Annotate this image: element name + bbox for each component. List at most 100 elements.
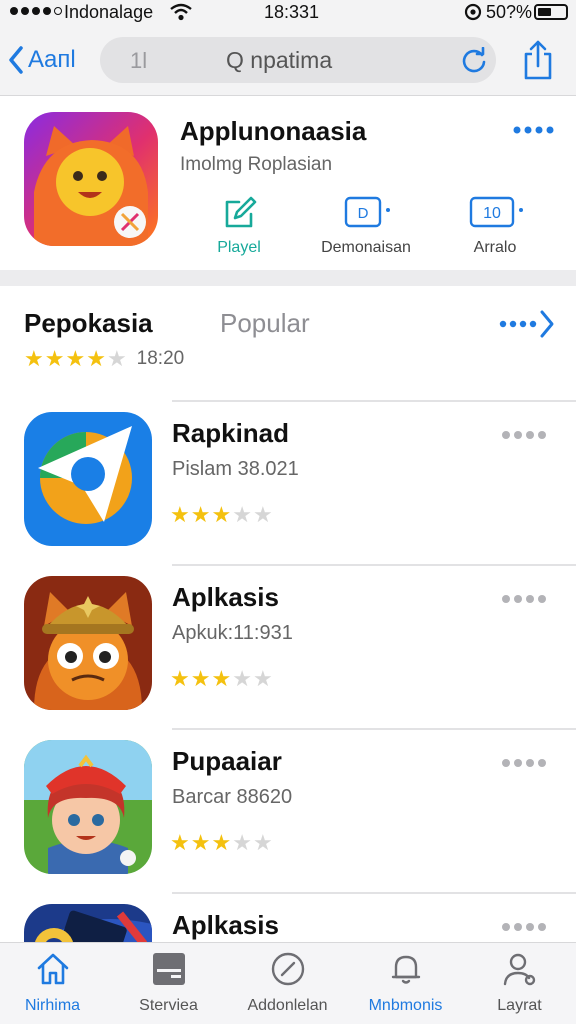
status-bar: Indonalage 18:331 50?% <box>0 0 576 24</box>
see-all-button[interactable] <box>498 308 556 340</box>
back-label: Aaпl <box>28 46 76 73</box>
clock: 18:331 <box>264 2 320 22</box>
battery-icon <box>534 4 568 20</box>
play-action-label: Playel <box>217 239 261 256</box>
compass-logo-icon[interactable] <box>24 412 152 546</box>
star-filled-icon: ★ <box>170 830 190 855</box>
star-filled-icon: ★ <box>211 502 232 527</box>
rate-action[interactable]: 10 Arralo <box>440 194 550 257</box>
signal-strength-icon <box>10 7 62 15</box>
star-filled-icon: ★ <box>170 502 190 527</box>
share-icon <box>524 40 552 80</box>
row-divider <box>172 892 576 894</box>
row-divider <box>172 400 576 402</box>
app-title: Rapkinad <box>172 418 290 448</box>
carrier-name: Indonalage <box>64 2 154 22</box>
tab-notifications[interactable]: Mnbmonis <box>348 949 463 1015</box>
app-subtitle: Apkuk:11:931 <box>172 622 293 644</box>
tray-icon <box>111 949 226 989</box>
tab-explore[interactable]: Addonlelan <box>230 949 345 1015</box>
star-filled-icon: ★ <box>24 346 44 371</box>
app-list: Rapkinad Pislam 38.021 ★ ★ ★ ★ ★ Aplkasi… <box>0 400 576 1024</box>
rating-stars: ★ ★ ★ ★ ★ <box>24 348 127 370</box>
search-input[interactable]: 1l Q npatima <box>100 37 496 83</box>
tab-popular[interactable]: Popular <box>220 308 310 339</box>
play-action[interactable]: Playel <box>184 194 294 257</box>
person-icon <box>462 949 576 989</box>
star-filled-icon: ★ <box>211 666 232 691</box>
app-rating-stars: ★ ★ ★ ★ ★ <box>170 504 273 526</box>
refresh-icon[interactable] <box>460 46 488 80</box>
more-chevron-icon <box>499 310 554 338</box>
bell-icon <box>348 949 463 989</box>
star-filled-icon: ★ <box>65 346 86 371</box>
badge-icon: 10 <box>469 196 523 228</box>
tab-services[interactable]: Sterviea <box>111 949 226 1015</box>
list-item[interactable]: Rapkinad Pislam 38.021 ★ ★ ★ ★ ★ <box>0 400 576 564</box>
star-filled-icon: ★ <box>44 346 65 371</box>
search-placeholder: Q npatima <box>226 47 333 73</box>
tab-profile[interactable]: Layrat <box>462 949 576 1015</box>
star-empty-icon: ★ <box>232 666 252 691</box>
back-button[interactable]: Aaпl <box>8 40 76 80</box>
star-filled-icon: ★ <box>170 666 190 691</box>
row-more-button[interactable] <box>502 592 552 606</box>
list-item[interactable]: Aplkasis Apkuk:11:931 ★ ★ ★ ★ ★ <box>0 564 576 728</box>
row-more-button[interactable] <box>502 428 552 442</box>
star-empty-icon: ★ <box>106 346 127 371</box>
app-rating-stars: ★ ★ ★ ★ ★ <box>170 668 273 690</box>
tab-notifications-label: Mnbmonis <box>368 997 443 1014</box>
battery-percent: 50?% <box>486 2 533 22</box>
tab-pepokasia[interactable]: Pepokasia <box>24 308 153 339</box>
section-header: Pepokasia Popular ★ ★ ★ ★ ★ 18:20 <box>0 286 576 398</box>
app-subtitle: Pislam 38.021 <box>172 458 299 480</box>
featured-app: Applunonaasia Imolmg Roplasian Playel D … <box>0 96 576 270</box>
edit-icon <box>225 196 257 228</box>
app-title: Aplkasis <box>172 910 279 940</box>
section-rating: ★ ★ ★ ★ ★ 18:20 <box>24 348 184 370</box>
section-divider <box>0 270 576 286</box>
wifi-icon <box>170 3 192 26</box>
tab-services-label: Sterviea <box>139 997 198 1014</box>
more-options-button[interactable] <box>512 118 556 142</box>
tab-home-label: Nirhima <box>24 997 81 1014</box>
app-rating-stars: ★ ★ ★ ★ ★ <box>170 832 273 854</box>
demo-action-label: Demonaisan <box>321 239 411 256</box>
star-empty-icon: ★ <box>252 830 273 855</box>
kid-character-icon[interactable] <box>24 740 152 874</box>
row-divider <box>172 728 576 730</box>
row-more-button[interactable] <box>502 920 552 934</box>
search-prefix: 1l <box>130 48 148 73</box>
star-empty-icon: ★ <box>252 666 273 691</box>
demo-action[interactable]: D Demonaisan <box>311 194 421 257</box>
star-filled-icon: ★ <box>190 502 211 527</box>
rotation-lock-icon <box>464 3 482 26</box>
star-empty-icon: ★ <box>252 502 273 527</box>
tab-profile-label: Layrat <box>497 997 542 1014</box>
share-button[interactable] <box>520 38 556 82</box>
rate-action-label: Arralo <box>473 239 517 256</box>
star-empty-icon: ★ <box>232 502 252 527</box>
cat-helmet-icon[interactable] <box>24 576 152 710</box>
tab-home[interactable]: Nirhima <box>0 949 110 1015</box>
app-title: Aplkasis <box>172 582 279 612</box>
tab-bar: Nirhima Sterviea Addonlelan Mnbmonis Lay… <box>0 942 576 1024</box>
star-empty-icon: ★ <box>232 830 252 855</box>
featured-app-title: Applunonaasia <box>180 116 367 146</box>
row-divider <box>172 564 576 566</box>
compass-icon <box>230 949 345 989</box>
home-icon <box>0 949 110 989</box>
rate-badge-text: 10 <box>483 205 501 222</box>
tab-explore-label: Addonlelan <box>247 997 328 1014</box>
list-item[interactable]: Pupaaiar Barcar 88620 ★ ★ ★ ★ ★ <box>0 728 576 892</box>
demo-badge-text: D <box>358 205 369 222</box>
chevron-left-icon <box>9 46 23 74</box>
app-title: Pupaaiar <box>172 746 282 776</box>
featured-app-icon[interactable] <box>24 112 158 246</box>
badge-icon: D <box>344 196 390 228</box>
star-filled-icon: ★ <box>190 830 211 855</box>
rating-value: 18:20 <box>136 348 185 369</box>
star-filled-icon: ★ <box>190 666 211 691</box>
app-subtitle: Barcar 88620 <box>172 786 293 808</box>
row-more-button[interactable] <box>502 756 552 770</box>
